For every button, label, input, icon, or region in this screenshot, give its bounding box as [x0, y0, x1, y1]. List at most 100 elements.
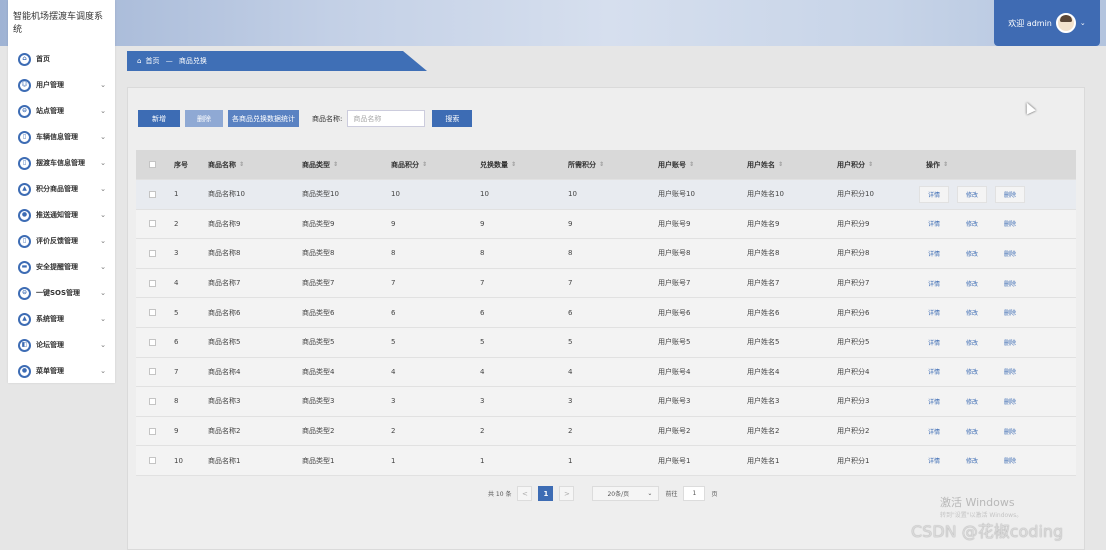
table-cell-points: 9	[391, 219, 396, 228]
detail-button[interactable]: 详情	[919, 275, 949, 292]
row-checkbox[interactable]	[149, 457, 156, 465]
sidebar-item[interactable]: ⊖ 一键SOS管理 ⌄	[8, 280, 115, 306]
next-page-button[interactable]: >	[559, 486, 575, 501]
sidebar-item[interactable]: ▬ 安全提醒管理 ⌄	[8, 254, 115, 280]
delete-button[interactable]: 删除	[995, 363, 1025, 380]
edit-button[interactable]: 修改	[957, 452, 987, 469]
detail-button[interactable]: 详情	[919, 185, 949, 203]
detail-button[interactable]: 详情	[919, 452, 949, 469]
delete-button[interactable]: 删除	[995, 215, 1025, 232]
breadcrumb-home-icon[interactable]: ⌂	[137, 57, 141, 65]
row-checkbox[interactable]	[149, 368, 156, 376]
detail-button[interactable]: 详情	[919, 215, 949, 232]
statistics-button[interactable]: 各商品兑换数据统计	[228, 110, 299, 127]
column-header-label: 商品类型	[302, 160, 330, 169]
goto-page-input[interactable]: 1	[683, 486, 706, 501]
chevron-down-icon: ⌄	[100, 133, 106, 141]
prev-page-button[interactable]: <	[517, 486, 533, 501]
sort-icon[interactable]: ⇕	[943, 161, 948, 168]
detail-button[interactable]: 详情	[919, 423, 949, 440]
column-header[interactable]: 操作 ⇕	[926, 150, 948, 179]
sidebar-item[interactable]: ▲ 系统管理 ⌄	[8, 306, 115, 332]
row-checkbox[interactable]	[149, 190, 156, 198]
edit-button[interactable]: 修改	[957, 245, 987, 262]
sort-icon[interactable]: ⇕	[422, 161, 427, 168]
sort-icon[interactable]: ⇕	[511, 161, 516, 168]
edit-button[interactable]: 修改	[957, 185, 987, 203]
sort-icon[interactable]: ⇕	[239, 161, 244, 168]
sort-icon[interactable]: ⇕	[333, 161, 338, 168]
sort-icon[interactable]: ⇕	[868, 161, 873, 168]
delete-button[interactable]: 删除	[995, 423, 1025, 440]
column-header[interactable]: 商品类型 ⇕	[302, 150, 338, 179]
detail-button[interactable]: 详情	[919, 393, 949, 410]
column-header[interactable]: 商品名称 ⇕	[208, 150, 244, 179]
user-menu[interactable]: 欢迎 admin ⌄	[994, 0, 1100, 46]
delete-button[interactable]: 删除	[995, 275, 1025, 292]
sidebar-item[interactable]: ⌂ 首页	[8, 46, 115, 72]
column-header[interactable]: 兑换数量 ⇕	[480, 150, 516, 179]
row-checkbox[interactable]	[149, 279, 156, 287]
page-number[interactable]: 1	[538, 486, 554, 501]
sort-icon[interactable]: ⇕	[778, 161, 783, 168]
delete-button[interactable]: 删除	[995, 245, 1025, 262]
edit-button[interactable]: 修改	[957, 304, 987, 321]
batch-delete-button[interactable]: 删除	[185, 110, 223, 127]
sidebar-item[interactable]: ◧ 论坛管理 ⌄	[8, 332, 115, 358]
search-button[interactable]: 搜索	[432, 110, 473, 127]
table-cell-name: 商品名称6	[208, 308, 241, 317]
delete-button[interactable]: 删除	[995, 393, 1025, 410]
edit-button[interactable]: 修改	[957, 363, 987, 380]
row-checkbox[interactable]	[149, 338, 156, 346]
edit-button[interactable]: 修改	[957, 215, 987, 232]
row-checkbox[interactable]	[149, 220, 156, 228]
table-cell-required: 4	[568, 367, 573, 376]
breadcrumb-home[interactable]: 首页	[145, 57, 159, 65]
delete-button[interactable]: 删除	[995, 185, 1025, 203]
sidebar-item[interactable]: ▲ 积分商品管理 ⌄	[8, 176, 115, 202]
delete-button[interactable]: 删除	[995, 304, 1025, 321]
sidebar-item[interactable]: ▯ 车辆信息管理 ⌄	[8, 124, 115, 150]
chevron-down-icon: ⌄	[100, 81, 106, 89]
sort-icon[interactable]: ⇕	[599, 161, 604, 168]
table-cell-user_points: 用户积分7	[837, 279, 870, 288]
add-button[interactable]: 新增	[138, 110, 180, 127]
table-cell-required: 7	[568, 279, 573, 288]
row-checkbox[interactable]	[149, 309, 156, 317]
edit-button[interactable]: 修改	[957, 393, 987, 410]
sort-icon[interactable]: ⇕	[689, 161, 694, 168]
column-header[interactable]: 所需积分 ⇕	[568, 150, 604, 179]
edit-button[interactable]: 修改	[957, 275, 987, 292]
detail-button[interactable]: 详情	[919, 363, 949, 380]
edit-button[interactable]: 修改	[957, 423, 987, 440]
avatar[interactable]	[1055, 13, 1076, 33]
column-header[interactable]: 用户账号 ⇕	[658, 150, 694, 179]
sidebar-item-label: 首页	[36, 55, 50, 63]
detail-button[interactable]: 详情	[919, 304, 949, 321]
table-header-row: 序号 商品名称 ⇕ 商品类型 ⇕ 商品积分 ⇕ 兑换数量 ⇕ 所需积分 ⇕ 用户账号 ⇕ 用户姓名 ⇕ 用户积…	[136, 150, 1076, 180]
sidebar-item[interactable]: ● 菜单管理 ⌄	[8, 358, 115, 384]
sidebar-item[interactable]: ● 推送通知管理 ⌄	[8, 202, 115, 228]
search-input[interactable]: 商品名称	[347, 110, 426, 127]
row-checkbox[interactable]	[149, 397, 156, 405]
chevron-down-icon[interactable]: ⌄	[1080, 19, 1086, 27]
column-header-label: 商品积分	[391, 160, 419, 169]
sidebar-item[interactable]: ▯ 摆渡车信息管理 ⌄	[8, 150, 115, 176]
page-size-select[interactable]: 20条/页 ⌄	[592, 486, 660, 501]
sidebar-item[interactable]: ☺ 用户管理 ⌄	[8, 72, 115, 98]
column-header[interactable]: 商品积分 ⇕	[391, 150, 427, 179]
sidebar-item[interactable]: ▯ 评价反馈管理 ⌄	[8, 228, 115, 254]
detail-button[interactable]: 详情	[919, 334, 949, 351]
delete-button[interactable]: 删除	[995, 452, 1025, 469]
detail-button[interactable]: 详情	[919, 245, 949, 262]
column-header[interactable]: 用户积分 ⇕	[837, 150, 873, 179]
row-checkbox[interactable]	[149, 249, 156, 257]
edit-button[interactable]: 修改	[957, 334, 987, 351]
table-cell-name: 商品名称4	[208, 367, 241, 376]
delete-button[interactable]: 删除	[995, 334, 1025, 351]
select-all-checkbox[interactable]	[149, 161, 156, 168]
chevron-down-icon: ⌄	[100, 367, 106, 375]
sidebar-item[interactable]: ⊖ 站点管理 ⌄	[8, 98, 115, 124]
column-header[interactable]: 用户姓名 ⇕	[747, 150, 783, 179]
row-checkbox[interactable]	[149, 427, 156, 435]
